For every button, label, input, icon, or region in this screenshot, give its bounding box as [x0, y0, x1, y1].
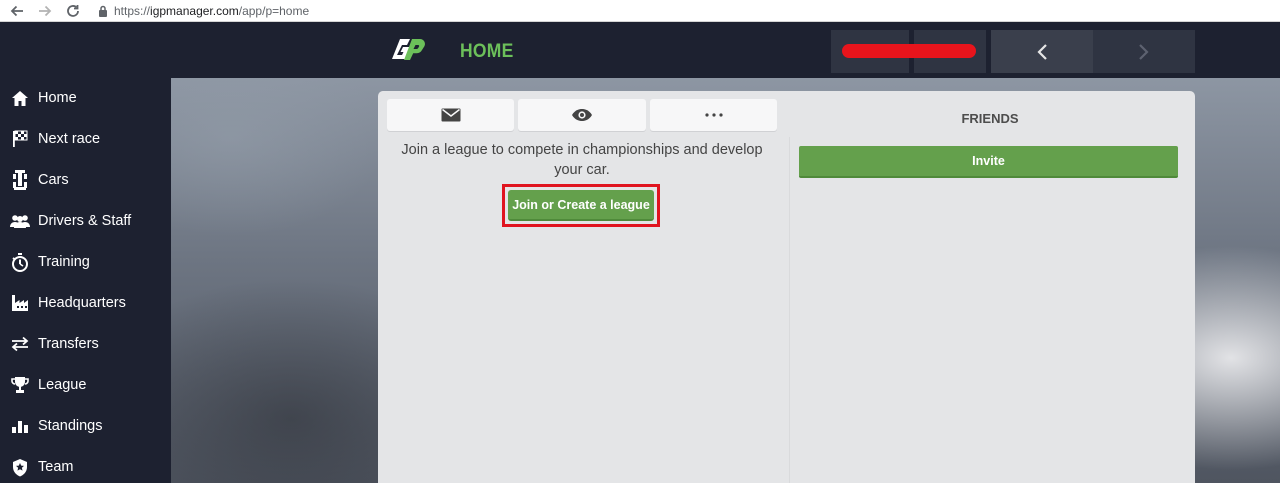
back-button[interactable]: [6, 1, 28, 21]
sidebar-item-league[interactable]: League: [0, 367, 171, 403]
trophy-icon: [0, 374, 38, 396]
redacted-bar: [842, 44, 976, 58]
sidebar-item-team[interactable]: Team: [0, 449, 171, 483]
reload-button[interactable]: [62, 1, 84, 21]
url-field[interactable]: https://igpmanager.com/app/p=home: [114, 4, 309, 18]
sidebar: Home Next race Cars Drivers & Staff Trai…: [0, 78, 171, 483]
home-panel: Join a league to compete in championship…: [378, 91, 1195, 483]
people-icon: [0, 210, 38, 232]
invite-button[interactable]: Invite: [799, 146, 1178, 178]
sidebar-item-label: Transfers: [38, 336, 99, 352]
sidebar-item-label: League: [38, 377, 87, 393]
join-create-league-button[interactable]: Join or Create a league: [508, 190, 654, 221]
sidebar-item-next-race[interactable]: Next race: [0, 121, 171, 157]
home-icon: [0, 87, 38, 109]
tab-more[interactable]: [650, 99, 777, 131]
sidebar-item-transfers[interactable]: Transfers: [0, 326, 171, 362]
tab-watch[interactable]: [518, 99, 646, 131]
sidebar-item-label: Drivers & Staff: [38, 213, 132, 229]
sidebar-item-label: Standings: [38, 418, 103, 434]
stopwatch-icon: [0, 251, 38, 273]
history-forward-button[interactable]: [1093, 30, 1195, 73]
igp-logo[interactable]: [390, 37, 426, 65]
join-league-message: Join a league to compete in championship…: [401, 142, 763, 178]
sidebar-item-drivers-staff[interactable]: Drivers & Staff: [0, 203, 171, 239]
envelope-icon: [441, 108, 460, 122]
url-path: /app/p=home: [238, 3, 310, 18]
chevron-right-icon: [1139, 43, 1149, 60]
sidebar-item-headquarters[interactable]: Headquarters: [0, 285, 171, 321]
sidebar-item-training[interactable]: Training: [0, 244, 171, 280]
friends-title: FRIENDS: [961, 111, 1019, 126]
car-icon: [0, 169, 38, 191]
browser-address-bar: https://igpmanager.com/app/p=home: [0, 0, 1280, 22]
app-header: HOME: [0, 22, 1280, 78]
history-back-button[interactable]: [991, 30, 1093, 73]
sidebar-item-label: Cars: [38, 172, 69, 188]
page-title: HOME: [460, 41, 514, 62]
sidebar-item-standings[interactable]: Standings: [0, 408, 171, 444]
chevron-left-icon: [1037, 43, 1047, 60]
sidebar-item-label: Team: [38, 459, 74, 475]
sidebar-item-label: Home: [38, 90, 77, 106]
forward-button[interactable]: [34, 1, 56, 21]
sidebar-item-home[interactable]: Home: [0, 80, 171, 116]
tab-messages[interactable]: [387, 99, 514, 131]
url-scheme: https://: [114, 3, 151, 18]
shield-star-icon: [0, 456, 38, 478]
bar-chart-icon: [0, 415, 38, 437]
url-host: igpmanager.com: [150, 3, 239, 18]
reload-icon: [67, 4, 79, 17]
panel-divider: [789, 137, 790, 483]
sidebar-item-label: Training: [38, 254, 90, 270]
sidebar-item-cars[interactable]: Cars: [0, 162, 171, 198]
sidebar-item-label: Headquarters: [38, 295, 126, 311]
lock-icon: [98, 5, 108, 17]
ellipsis-icon: [704, 113, 723, 117]
arrow-left-icon: [10, 5, 23, 16]
eye-icon: [572, 109, 592, 121]
factory-icon: [0, 292, 38, 314]
transfer-arrows-icon: [0, 333, 38, 355]
arrow-right-icon: [39, 5, 52, 16]
sidebar-item-label: Next race: [38, 131, 101, 147]
checkered-flag-icon: [0, 128, 38, 150]
